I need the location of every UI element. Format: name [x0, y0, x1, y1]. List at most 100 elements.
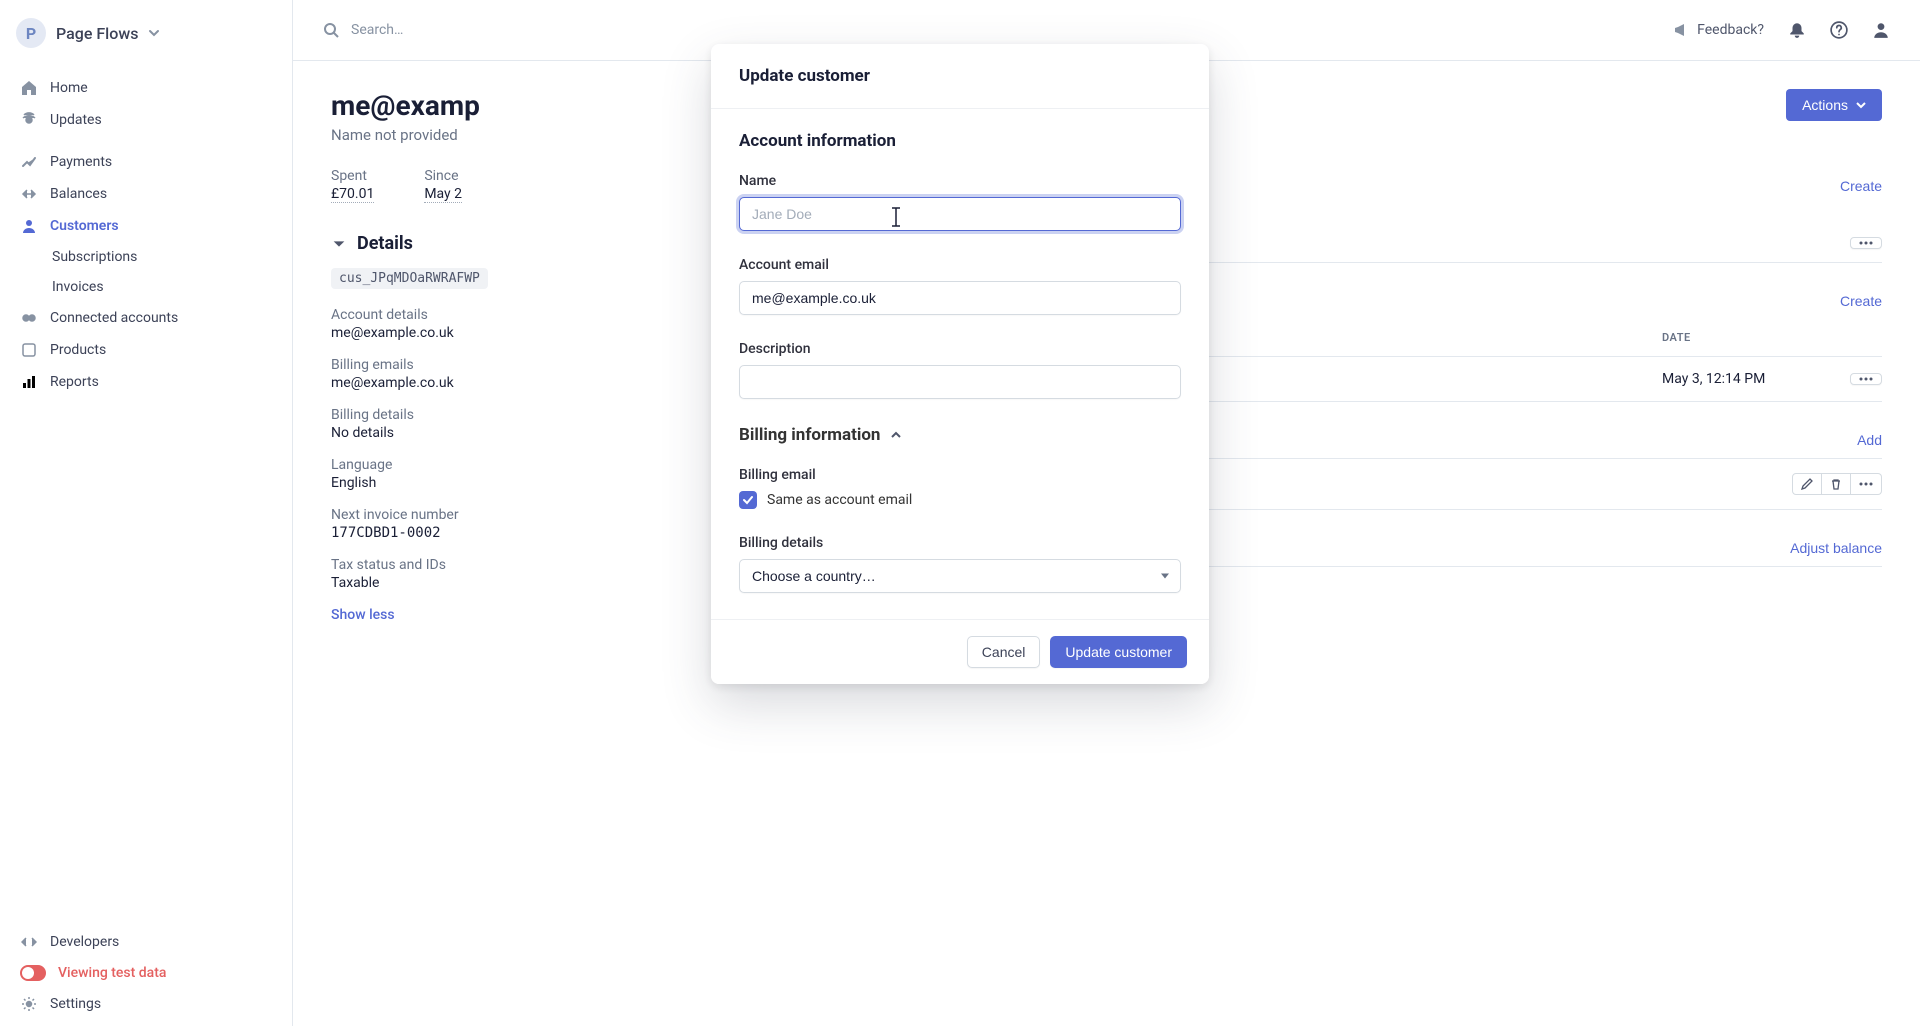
sidebar-item-label: Subscriptions [52, 249, 137, 265]
stat-since-value: May 2 [424, 186, 462, 203]
customers-icon [20, 217, 38, 235]
account-details-label: Account details [331, 307, 681, 323]
account-information-heading: Account information [739, 131, 1181, 151]
sidebar-item-label: Reports [50, 374, 99, 390]
search-icon [323, 22, 339, 38]
cancel-button[interactable]: Cancel [967, 636, 1041, 668]
country-select[interactable]: Choose a country… [739, 559, 1181, 593]
home-icon [20, 79, 38, 97]
billing-details-value: No details [331, 425, 681, 441]
account-switcher[interactable]: P Page Flows [0, 10, 292, 66]
sidebar-item-invoices[interactable]: Invoices [0, 272, 292, 302]
nav-main: Home Updates Payments Balances Customers… [0, 66, 292, 404]
actions-label: Actions [1802, 97, 1848, 113]
payments-icon [20, 153, 38, 171]
search-input[interactable]: Search… [323, 22, 1661, 38]
same-as-account-label: Same as account email [767, 492, 912, 508]
language-value: English [331, 475, 681, 491]
sidebar-item-balances[interactable]: Balances [0, 178, 292, 210]
more-horizontal-icon [1859, 377, 1873, 381]
caret-down-icon [331, 236, 347, 252]
row-more-button-2[interactable] [1851, 473, 1882, 495]
gear-icon [20, 995, 38, 1013]
tax-value: Taxable [331, 575, 681, 591]
sidebar-item-label: Invoices [52, 279, 104, 295]
actions-button[interactable]: Actions [1786, 89, 1882, 121]
row-date: May 3, 12:14 PM [1662, 371, 1842, 387]
account-details-value: me@example.co.uk [331, 325, 681, 341]
billing-emails-value: me@example.co.uk [331, 375, 681, 391]
more-horizontal-icon [1859, 482, 1873, 486]
update-customer-modal: Update customer Account information Name… [711, 44, 1209, 684]
sidebar-item-label: Connected accounts [50, 310, 178, 326]
customer-id-badge[interactable]: cus_JPqMDOaRWRAFWP [331, 268, 488, 289]
language-label: Language [331, 457, 681, 473]
sidebar-item-settings[interactable]: Settings [0, 988, 292, 1020]
sidebar-item-connected-accounts[interactable]: Connected accounts [0, 302, 292, 334]
chevron-up-icon [890, 429, 902, 441]
stat-since-label: Since [424, 168, 462, 184]
customer-subtitle: Name not provided [331, 126, 480, 144]
more-button[interactable] [1850, 237, 1882, 249]
description-input[interactable] [739, 365, 1181, 399]
check-icon [742, 494, 754, 506]
user-icon[interactable] [1872, 21, 1890, 39]
bell-icon[interactable] [1788, 21, 1806, 39]
billing-information-text: Billing information [739, 425, 880, 445]
account-email-input[interactable] [739, 281, 1181, 315]
pencil-icon [1801, 478, 1813, 490]
sidebar-item-label: Products [50, 342, 106, 358]
billing-information-heading[interactable]: Billing information [739, 425, 1181, 445]
sidebar-item-label: Balances [50, 186, 107, 202]
brand-logo: P [16, 18, 46, 48]
create-button-2[interactable]: Create [1840, 293, 1882, 309]
sidebar-item-label: Home [50, 80, 88, 96]
next-invoice-value: 177CDBD1-0002 [331, 525, 681, 541]
name-input[interactable] [739, 197, 1181, 231]
brand-name: Page Flows [56, 24, 138, 43]
modal-title: Update customer [711, 44, 1209, 109]
help-icon[interactable] [1830, 21, 1848, 39]
stat-spent-value: £70.01 [331, 186, 374, 203]
sidebar-item-home[interactable]: Home [0, 72, 292, 104]
chevron-down-icon [1856, 100, 1866, 110]
adjust-balance-button[interactable]: Adjust balance [1790, 540, 1882, 556]
balances-icon [20, 185, 38, 203]
developers-icon [20, 933, 38, 951]
sidebar-item-developers[interactable]: Developers [0, 926, 292, 958]
products-icon [20, 341, 38, 359]
sidebar-item-subscriptions[interactable]: Subscriptions [0, 242, 292, 272]
chevron-down-icon [148, 27, 160, 39]
details-heading[interactable]: Details [331, 233, 681, 254]
billing-email-label: Billing email [739, 467, 1181, 483]
sidebar-item-viewing-test-data[interactable]: Viewing test data [0, 958, 292, 988]
account-email-label: Account email [739, 257, 1181, 273]
reports-icon [20, 373, 38, 391]
feedback-label: Feedback? [1697, 22, 1764, 38]
create-button-1[interactable]: Create [1840, 168, 1882, 203]
sidebar-item-products[interactable]: Products [0, 334, 292, 366]
customer-title: me@examp [331, 89, 480, 122]
megaphone-icon [1673, 22, 1689, 38]
sidebar-item-label: Customers [50, 218, 119, 234]
delete-button[interactable] [1822, 473, 1851, 495]
row-more-button[interactable] [1850, 373, 1882, 385]
same-as-account-checkbox[interactable] [739, 491, 757, 509]
sidebar-item-customers[interactable]: Customers [0, 210, 292, 242]
test-data-toggle[interactable] [20, 965, 46, 981]
feedback-button[interactable]: Feedback? [1673, 22, 1764, 38]
billing-details-label: Billing details [331, 407, 681, 423]
add-button[interactable]: Add [1857, 432, 1882, 448]
update-customer-button[interactable]: Update customer [1050, 636, 1187, 668]
edit-button[interactable] [1792, 473, 1822, 495]
sidebar-item-label: Viewing test data [58, 965, 166, 981]
name-label: Name [739, 173, 1181, 189]
next-invoice-label: Next invoice number [331, 507, 681, 523]
trash-icon [1830, 478, 1842, 490]
sidebar-item-reports[interactable]: Reports [0, 366, 292, 398]
updates-icon [20, 111, 38, 129]
show-less-link[interactable]: Show less [331, 607, 681, 623]
sidebar-item-updates[interactable]: Updates [0, 104, 292, 136]
sidebar-item-payments[interactable]: Payments [0, 146, 292, 178]
tax-label: Tax status and IDs [331, 557, 681, 573]
